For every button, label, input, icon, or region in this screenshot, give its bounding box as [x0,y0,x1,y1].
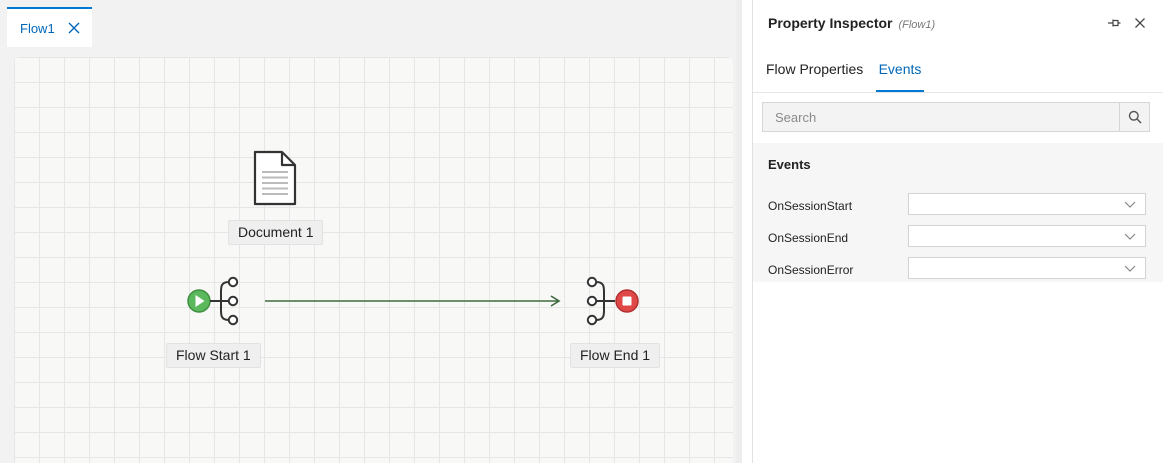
onsessionerror-select[interactable] [908,257,1146,279]
close-icon[interactable] [67,21,81,35]
document-tab-bar: Flow1 [0,0,742,47]
stop-icon [622,296,632,306]
tab-flow-properties[interactable]: Flow Properties [766,52,863,90]
property-label: OnSessionEnd [768,231,849,245]
node-label-document[interactable]: Document 1 [228,220,324,245]
property-row-onsessionerror: OnSessionError [753,251,1163,283]
play-icon [197,296,207,306]
close-icon[interactable] [1132,15,1148,31]
onsessionend-select[interactable] [908,225,1146,247]
tab-label: Flow1 [20,20,55,36]
chevron-down-icon [1124,265,1136,272]
node-label-flow-end[interactable]: Flow End 1 [570,343,661,368]
inspector-subtitle: (Flow1) [898,19,936,31]
flow-start-node[interactable] [186,275,242,332]
search-icon[interactable] [1119,103,1150,131]
property-inspector: Property Inspector (Flow1) Flow Propertie… [752,0,1163,463]
chevron-down-icon [1124,233,1136,240]
inspector-tab-bar: Flow Properties Events [753,52,1163,93]
chevron-down-icon [1124,201,1136,208]
inspector-title-text: Property Inspector [768,15,893,31]
tab-flow1[interactable]: Flow1 [7,7,92,47]
property-label: OnSessionStart [768,199,853,213]
connector-arrow[interactable] [262,293,567,309]
editor-scrollbar[interactable] [736,0,742,463]
pin-icon[interactable] [1106,15,1122,31]
flow-end-node[interactable] [584,275,644,332]
document-icon[interactable] [252,150,298,211]
events-section-header[interactable]: Events [753,143,1163,184]
inspector-title: Property Inspector (Flow1) [768,15,935,31]
search-input[interactable] [763,103,1119,131]
section-title: Events [768,157,811,172]
flow-canvas[interactable]: Document 1 Flow Start 1 Flow End 1 [14,57,733,463]
property-row-onsessionstart: OnSessionStart [753,187,1163,219]
events-property-grid: OnSessionStart OnSessionEnd OnSessionErr… [753,184,1163,282]
property-label: OnSessionError [768,263,854,277]
onsessionstart-select[interactable] [908,193,1146,215]
node-label-flow-start[interactable]: Flow Start 1 [166,343,261,368]
tab-events[interactable]: Events [876,52,924,92]
search-box [762,102,1150,132]
property-row-onsessionend: OnSessionEnd [753,219,1163,251]
flow-editor: Flow1 Document 1 Flow Start 1 Flow End 1 [0,0,742,463]
